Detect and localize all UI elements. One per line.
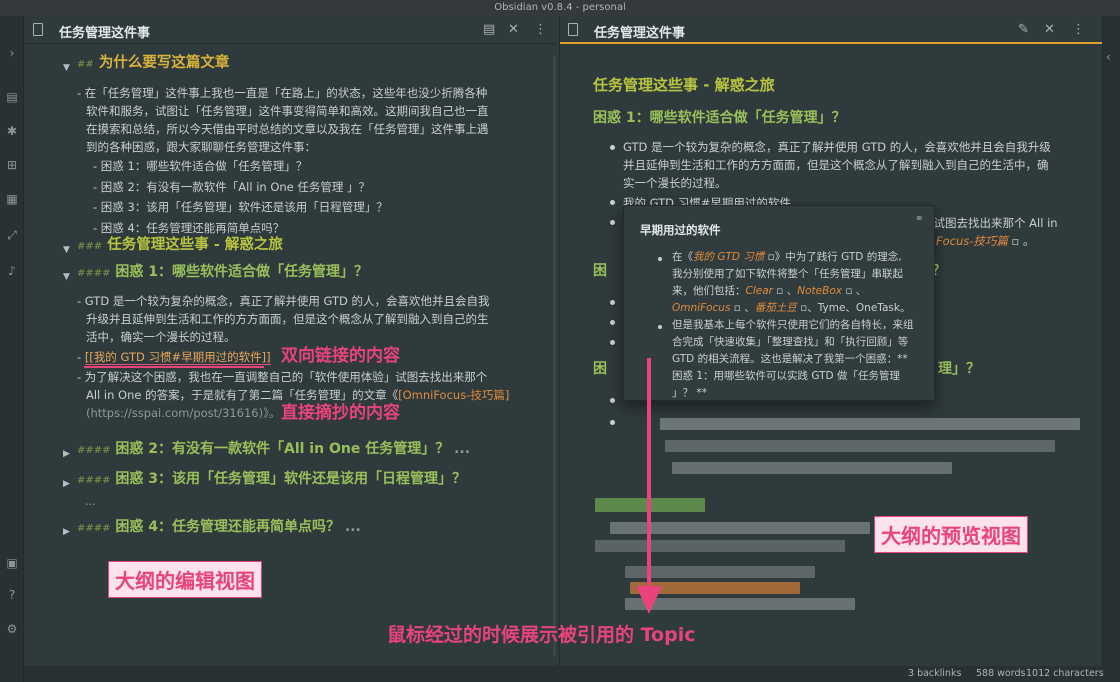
collapsed-arrow-icon[interactable]: ▶ (63, 445, 70, 463)
paragraph-gtd: - GTD 是一个较为复杂的概念，真正了解并使用 GTD 的人，会喜欢他并且会自… (77, 294, 490, 344)
list-item: - 困惑 3：该用「任务管理」软件还是该用「日程管理」？ (93, 200, 388, 214)
edit-pencil-icon[interactable]: ✎ (1018, 22, 1029, 37)
collapsed-arrow-icon[interactable]: ▶ (63, 475, 70, 493)
window-titlebar: Obsidian v0.8.4 - personal (0, 0, 1120, 16)
popup-link[interactable]: NoteBox (797, 285, 842, 297)
document-icon (33, 23, 43, 36)
open-file-icon[interactable]: ▤ (5, 90, 19, 104)
left-ribbon: › ▤ ✱ ⊞ ▦ ⤢ ♪ ▣ ? ⚙ (0, 16, 24, 682)
bullet (610, 420, 615, 425)
annotation-hover-note: 鼠标经过的时候展示被引用的 Topic (387, 624, 696, 646)
collapsed-arrow-icon[interactable]: ▶ (63, 523, 70, 541)
popup-link[interactable]: 番茄土豆 (755, 302, 797, 314)
word-count: 588 words (976, 668, 1026, 679)
hover-preview-popup[interactable]: 早期用过的软件 ⚭ 在《我的 GTD 习惯 ▫》中为了践行 GTD 的理念, 我… (623, 205, 935, 401)
annotation-underline (84, 366, 264, 368)
preview-header: 任务管理这件事 ✎ ✕ ⋮ (560, 16, 1102, 44)
intro-paragraph: - 在「任务管理」这件事上我也一直是「在路上」的状态，这些年也没少折腾各种 软件… (77, 86, 489, 154)
preview-heading-4: 困惑 1：哪些软件适合做「任务管理」？ (593, 110, 846, 126)
link-icon[interactable]: ⚭ (915, 212, 924, 225)
plugins-icon[interactable]: ⊞ (5, 158, 19, 172)
preview-heading-4-end: 理」？ (938, 361, 980, 377)
bullet (610, 398, 615, 403)
heading-4: #### 困惑 4：任务管理还能再简单点吗？ ... (77, 519, 361, 535)
status-bar: 3 backlinks 588 words 1012 characters (24, 666, 1120, 682)
heading-4: #### 困惑 2：有没有一款软件「All in One 任务管理」？ ... (77, 441, 471, 457)
popup-title: 早期用过的软件 (640, 223, 721, 237)
help-icon[interactable]: ? (5, 588, 19, 602)
annotation-wiki-label: 双向链接的内容 (281, 346, 400, 366)
random-note-icon[interactable]: ⤢ (5, 228, 19, 242)
close-icon[interactable]: ✕ (508, 22, 519, 37)
bullet (610, 200, 615, 205)
bullet (658, 325, 662, 329)
popup-bullet-1: 在《我的 GTD 习惯 ▫》中为了践行 GTD 的理念, 我分别使用了如下软件将… (672, 251, 911, 314)
microphone-icon[interactable]: ♪ (5, 264, 19, 278)
backlinks-count[interactable]: 3 backlinks (908, 666, 961, 682)
fold-ellipsis: ... (85, 494, 96, 508)
expand-sidebar-icon[interactable]: › (5, 46, 19, 60)
blurred-text (665, 440, 1055, 452)
right-sidebar: ‹ (1102, 16, 1120, 682)
popup-link[interactable]: OmniFocus (672, 302, 730, 314)
graph-view-icon[interactable]: ✱ (5, 124, 19, 138)
popup-link[interactable]: Clear (746, 285, 773, 297)
popup-link[interactable]: 我的 GTD 习惯 (693, 251, 764, 263)
bullet (610, 220, 615, 225)
bullet (658, 257, 662, 261)
bullet (610, 320, 615, 325)
preview-title: 任务管理这件事 (594, 26, 686, 41)
editor-header: 任务管理这件事 ▤ ✕ ⋮ (25, 16, 557, 44)
bullet (610, 300, 615, 305)
annotation-preview-view: 大纲的预览视图 (874, 516, 1028, 553)
annotation-arrow-head (636, 586, 662, 614)
sub-list: - 困惑 1：哪些软件适合做「任务管理」？ - 困惑 2：有没有一款软件「All… (93, 156, 388, 238)
blurred-text (672, 462, 952, 474)
preview-heading-4-partial: 困 (593, 263, 607, 279)
vault-icon[interactable]: ▣ (5, 556, 19, 570)
annotation-copy-label: 直接摘抄的内容 (281, 403, 400, 423)
document-icon (568, 23, 578, 36)
fold-arrow-icon[interactable]: ▼ (63, 241, 70, 259)
daily-note-icon[interactable]: ▦ (5, 192, 19, 206)
wiki-link[interactable]: [[我的 GTD 习惯#早期用过的软件]] (84, 350, 271, 365)
preview-heading-4-partial: 困 (593, 361, 607, 377)
preview-toggle-icon[interactable]: ▤ (483, 22, 495, 37)
settings-gear-icon[interactable]: ⚙ (5, 622, 19, 636)
bullet (610, 145, 615, 150)
blurred-text (625, 566, 815, 578)
preview-paragraph-gtd: GTD 是一个较为复杂的概念，真正了解并使用 GTD 的人，会喜欢他并且会自我升… (623, 140, 1051, 190)
list-item: - 困惑 2：有没有一款软件「All in One 任务管理 」？ (93, 179, 371, 194)
editor-title: 任务管理这件事 (59, 26, 151, 41)
external-link[interactable]: [OmniFocus-技巧篇] (398, 388, 509, 402)
fold-arrow-icon[interactable]: ▼ (63, 59, 70, 77)
list-item: - 困惑 1：哪些软件适合做「任务管理」？ (93, 159, 308, 173)
annotation-arrow-shaft (647, 358, 651, 590)
popup-bullet-2: 但是我基本上每个软件只使用它们的各自特长，来组 合完成「快速收集」「整理查找」和… (672, 319, 914, 399)
wiki-link-line: - [[我的 GTD 习惯#早期用过的软件]] (77, 350, 271, 365)
collapse-right-sidebar-icon[interactable]: ‹ (1106, 50, 1111, 64)
heading-2: ## 为什么要写这篇文章 (77, 55, 230, 71)
close-icon[interactable]: ✕ (1044, 22, 1055, 37)
heading-4: #### 困惑 1：哪些软件适合做「任务管理」？ (77, 264, 369, 280)
bullet (610, 340, 615, 345)
blurred-text (660, 418, 1080, 430)
character-count: 1012 characters (1026, 668, 1104, 679)
more-options-icon[interactable]: ⋮ (534, 22, 547, 37)
more-options-icon[interactable]: ⋮ (1072, 22, 1085, 37)
preview-heading-3: 任务管理这些事 - 解惑之旅 (593, 76, 775, 94)
preview-omnifocus-link[interactable]: Focus-技巧篇 ▫ 。 (936, 232, 1035, 250)
heading-4: #### 困惑 3：该用「任务管理」软件还是该用「日程管理」？ (77, 471, 467, 487)
fold-arrow-icon[interactable]: ▼ (63, 268, 70, 286)
blurred-text (595, 540, 845, 552)
list-item: - 困惑 4：任务管理还能再简单点吗？ (93, 220, 285, 235)
annotation-edit-view: 大纲的编辑视图 (108, 561, 262, 598)
heading-3: ### 任务管理这些事 - 解惑之旅 (77, 237, 283, 253)
